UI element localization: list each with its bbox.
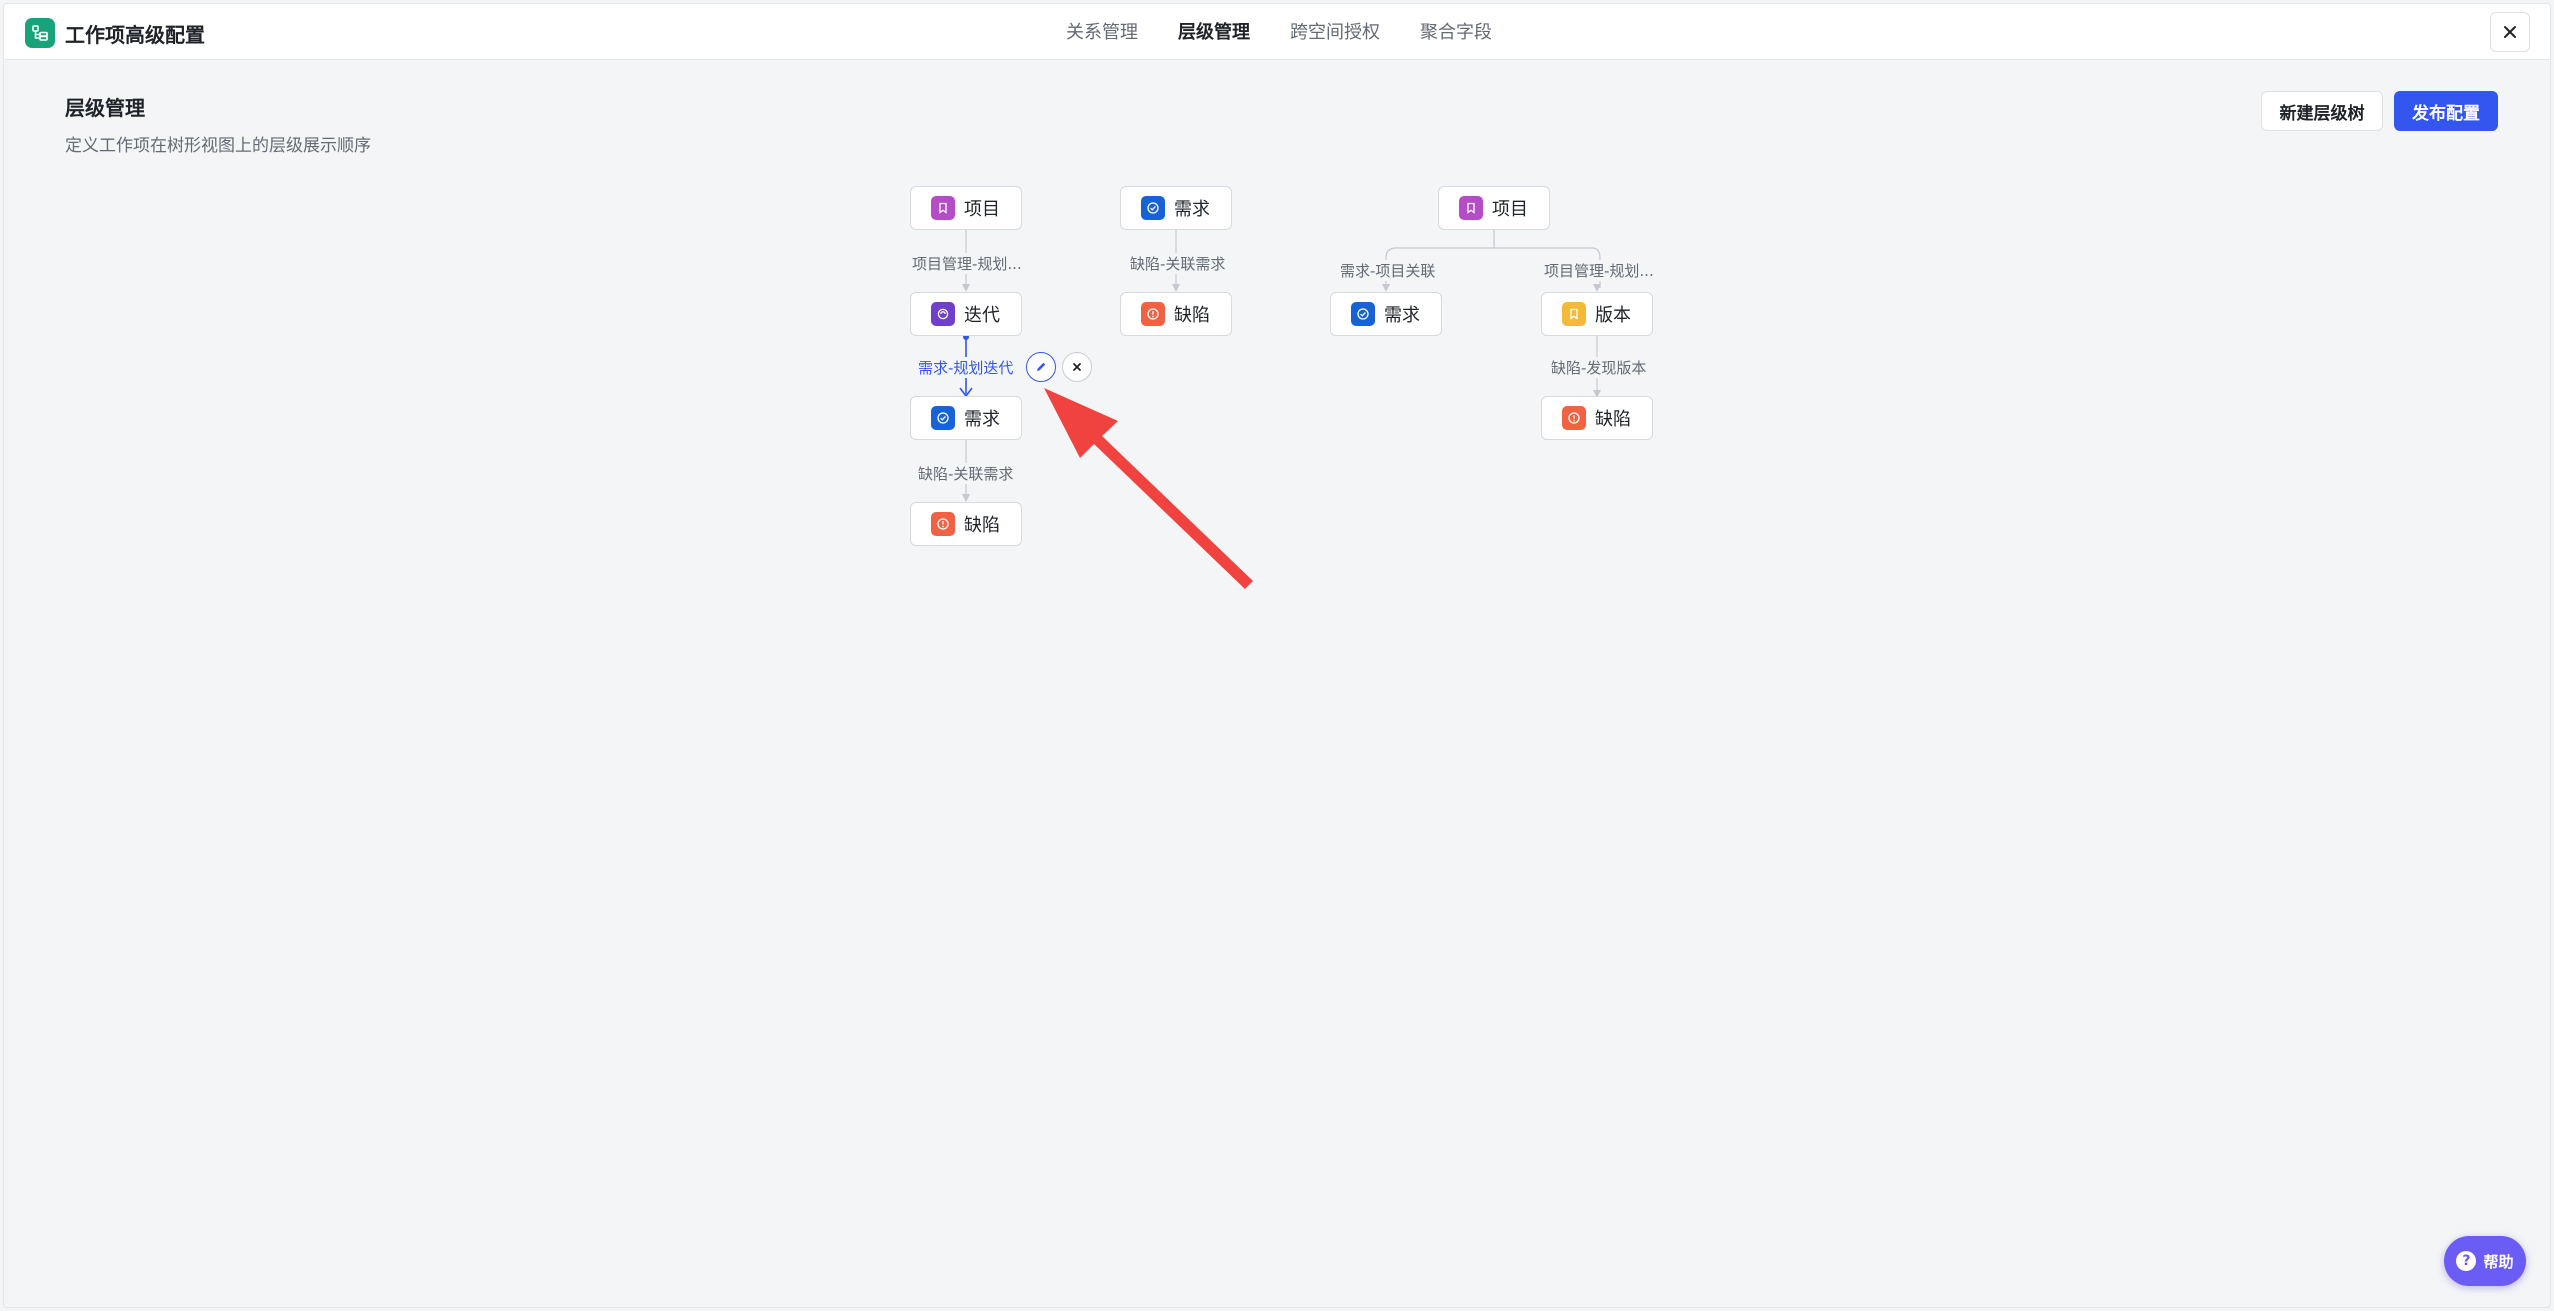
question-icon: ? (2456, 1251, 2477, 1271)
annotation-arrow (1044, 388, 1253, 589)
config-window: 工作项高级配置 关系管理 层级管理 跨空间授权 聚合字段 层级管理 定义工作项在… (3, 3, 2551, 1308)
help-label: 帮助 (2483, 1252, 2514, 1271)
help-button[interactable]: ? 帮助 (2444, 1236, 2526, 1286)
